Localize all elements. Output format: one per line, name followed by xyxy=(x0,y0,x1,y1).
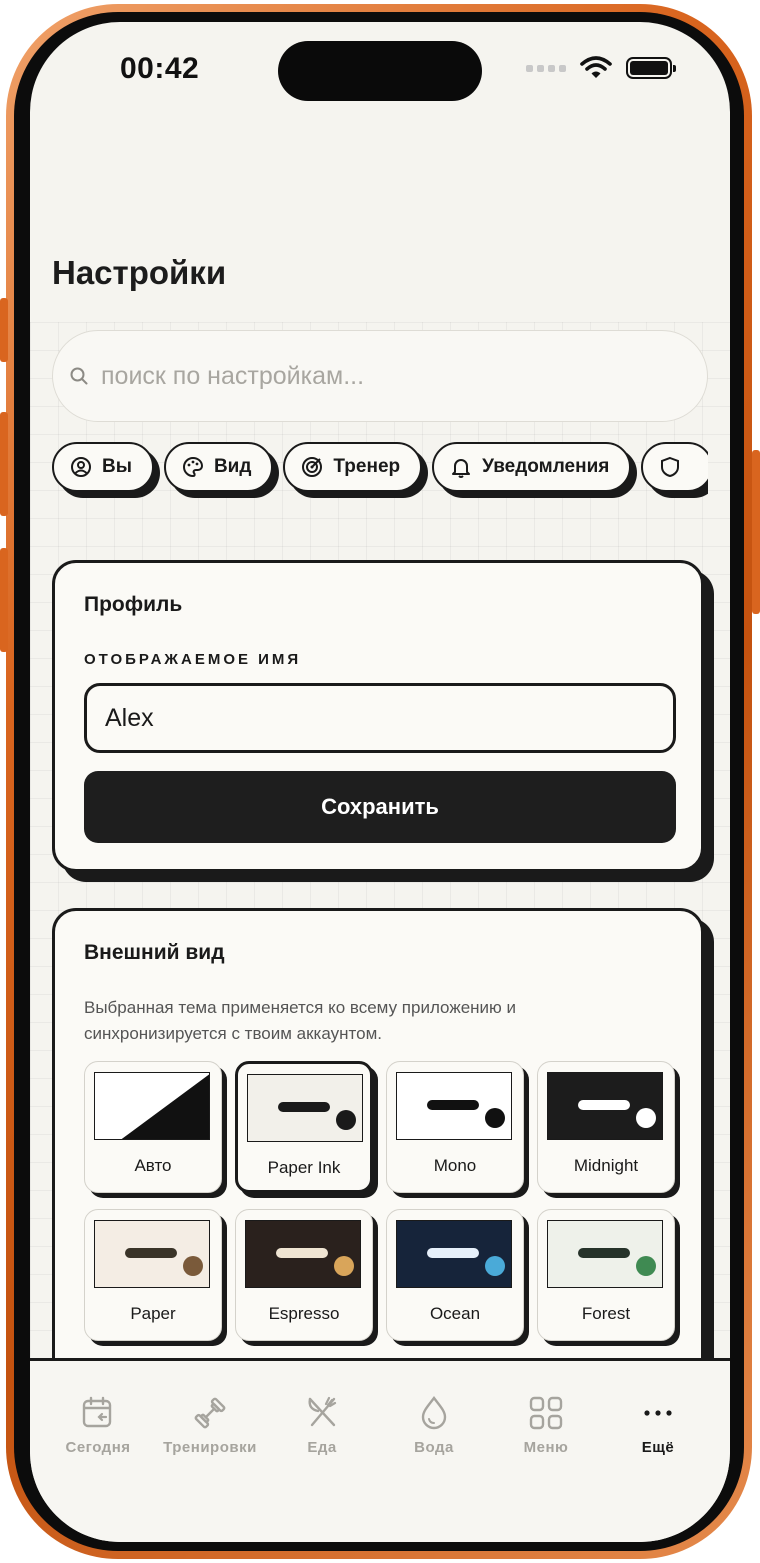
preview-dot xyxy=(334,1256,354,1276)
theme-preview xyxy=(245,1220,361,1288)
tab-bar: Сегодня Тренировки Еда Вода Меню Ещё xyxy=(30,1358,730,1542)
chip-appearance[interactable]: Вид xyxy=(163,442,274,492)
search-input[interactable] xyxy=(101,361,621,391)
preview-bar xyxy=(578,1100,630,1110)
chip-label: Уведомления xyxy=(482,456,610,477)
theme-tile-paper-ink[interactable]: Paper Ink xyxy=(235,1061,373,1193)
tab-label: Вода xyxy=(414,1439,454,1456)
theme-preview xyxy=(247,1074,363,1142)
preview-bar xyxy=(578,1248,630,1258)
wifi-icon xyxy=(580,56,612,78)
action-button xyxy=(0,298,8,362)
theme-tile-espresso[interactable]: Espresso xyxy=(235,1209,373,1341)
calendar-icon xyxy=(82,1396,112,1428)
chip-you[interactable]: Вы xyxy=(52,442,154,492)
preview-bar xyxy=(278,1102,330,1112)
theme-preview xyxy=(396,1220,512,1288)
theme-preview xyxy=(547,1220,663,1288)
settings-section-chips: Вы Вид Тренер Уведомления xyxy=(52,442,708,506)
theme-tile-midnight[interactable]: Midnight xyxy=(537,1061,675,1193)
volume-down-button xyxy=(0,548,8,652)
theme-preview xyxy=(94,1220,210,1288)
preview-bar xyxy=(427,1248,479,1258)
appearance-description: Выбранная тема применяется ко всему прил… xyxy=(84,998,516,1043)
tab-menu[interactable]: Меню xyxy=(490,1395,602,1456)
theme-label: Paper Ink xyxy=(267,1158,341,1177)
theme-tile-mono[interactable]: Mono xyxy=(386,1061,524,1193)
preview-dot xyxy=(636,1256,656,1276)
theme-tile-auto[interactable]: Авто xyxy=(84,1061,222,1193)
search-icon xyxy=(70,367,88,385)
shield-icon xyxy=(661,456,680,478)
bell-icon xyxy=(452,459,471,478)
grid-icon xyxy=(529,1396,563,1430)
display-name-label: ОТОБРАЖАЕМОЕ ИМЯ xyxy=(84,651,302,668)
utensils-icon xyxy=(308,1396,337,1427)
tab-label: Меню xyxy=(523,1439,569,1456)
preview-bar xyxy=(427,1100,479,1110)
theme-preview xyxy=(396,1072,512,1140)
chip-privacy[interactable] xyxy=(641,442,708,492)
display-name-input[interactable] xyxy=(84,683,676,753)
cellular-signal-icon xyxy=(526,64,566,72)
chip-notifications[interactable]: Уведомления xyxy=(432,442,632,492)
theme-preview-split xyxy=(95,1073,209,1139)
water-drop-icon xyxy=(421,1396,447,1430)
screen: 00:42 Настройки Вы xyxy=(30,22,730,1542)
tab-today[interactable]: Сегодня xyxy=(42,1395,154,1456)
preview-dot xyxy=(183,1256,203,1276)
theme-label: Paper xyxy=(130,1304,176,1323)
tab-label: Сегодня xyxy=(65,1439,131,1456)
page-title: Настройки xyxy=(52,254,227,291)
preview-dot xyxy=(485,1108,505,1128)
theme-preview xyxy=(94,1072,210,1140)
tab-label: Тренировки xyxy=(163,1439,257,1456)
user-icon xyxy=(71,457,91,477)
preview-dot xyxy=(636,1108,656,1128)
battery-icon xyxy=(626,57,676,79)
theme-label: Midnight xyxy=(573,1156,639,1175)
profile-title: Профиль xyxy=(84,593,183,616)
save-button[interactable]: Сохранить xyxy=(84,771,676,843)
chip-coach[interactable]: Тренер xyxy=(283,442,423,492)
theme-label: Forest xyxy=(581,1304,631,1323)
preview-bar xyxy=(125,1248,177,1258)
theme-label: Espresso xyxy=(268,1304,340,1323)
appearance-title: Внешний вид xyxy=(84,941,225,964)
theme-tile-ocean[interactable]: Ocean xyxy=(386,1209,524,1341)
chip-label: Вид xyxy=(213,456,252,477)
tab-food[interactable]: Еда xyxy=(266,1395,378,1456)
theme-label: Mono xyxy=(433,1156,477,1175)
tab-more[interactable]: Ещё xyxy=(602,1395,714,1456)
tab-workouts[interactable]: Тренировки xyxy=(154,1395,266,1456)
profile-card: Профиль ОТОБРАЖАЕМОЕ ИМЯ Сохранить xyxy=(52,560,704,872)
tab-label: Еда xyxy=(307,1439,337,1456)
preview-bar xyxy=(276,1248,328,1258)
search-bar[interactable] xyxy=(52,330,708,422)
theme-label: Авто xyxy=(134,1156,172,1175)
volume-up-button xyxy=(0,412,8,516)
more-icon xyxy=(644,1410,672,1416)
dumbbell-icon xyxy=(194,1397,226,1429)
tab-water[interactable]: Вода xyxy=(378,1395,490,1456)
chip-label: Тренер xyxy=(333,456,401,477)
chip-label: Вы xyxy=(102,456,132,477)
power-button xyxy=(752,450,760,614)
tab-label: Ещё xyxy=(641,1439,675,1456)
palette-icon xyxy=(182,456,203,478)
dynamic-island xyxy=(278,41,482,101)
theme-label: Ocean xyxy=(429,1304,481,1323)
theme-preview xyxy=(547,1072,663,1140)
status-icons xyxy=(526,56,676,80)
status-time: 00:42 xyxy=(120,52,200,85)
preview-dot xyxy=(485,1256,505,1276)
theme-tile-forest[interactable]: Forest xyxy=(537,1209,675,1341)
target-icon xyxy=(302,457,323,477)
theme-tile-paper[interactable]: Paper xyxy=(84,1209,222,1341)
preview-dot xyxy=(336,1110,356,1130)
